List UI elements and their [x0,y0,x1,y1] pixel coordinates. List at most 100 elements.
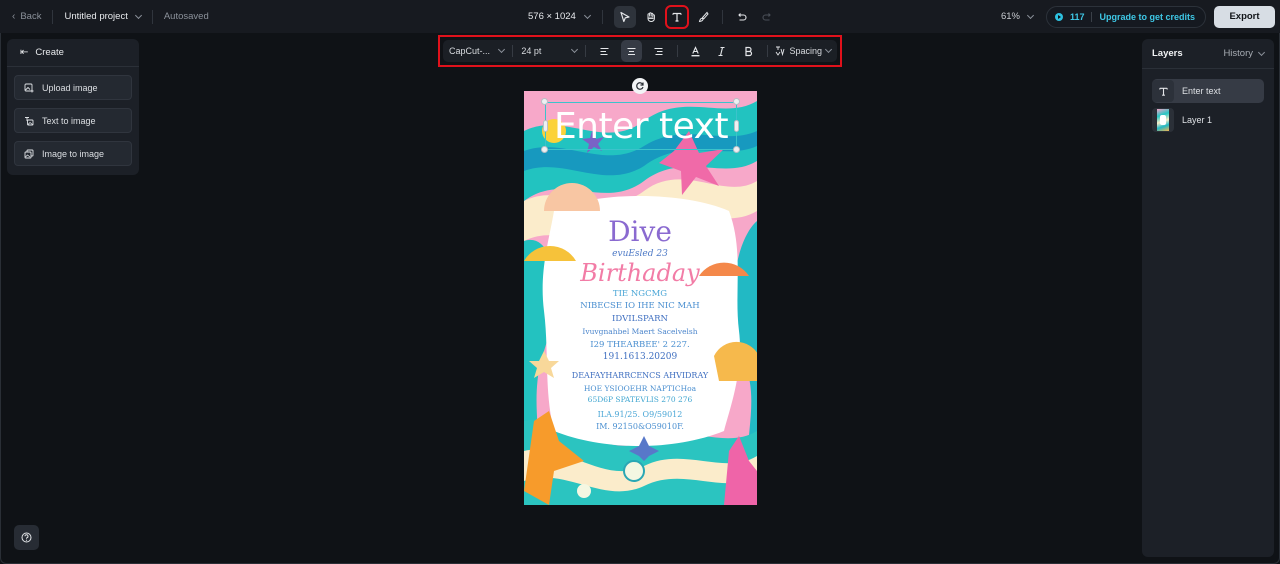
font-family-dropdown[interactable]: CapCut-... [449,45,506,56]
invite-title-2: Birthaday [579,259,700,287]
resize-handle-bl[interactable] [541,146,548,153]
align-center-icon [627,47,636,55]
font-size-dropdown[interactable]: 24 pt [521,45,578,56]
resize-handle-right[interactable] [734,120,739,132]
bold-icon [745,46,753,56]
chevron-left-icon: ‹ [12,11,16,22]
bold-button[interactable] [738,40,760,62]
undo-icon [738,12,747,21]
divider [52,9,54,24]
invite-line: ILA.91/25. O9/59012 [598,410,683,419]
hand-icon [647,11,655,22]
image-to-image-button[interactable]: Image to image [14,141,132,166]
help-button[interactable] [14,525,39,550]
align-right-icon [654,47,663,55]
credits-upgrade-button[interactable]: 117 Upgrade to get credits [1045,5,1206,28]
spacing-icon [776,46,785,56]
invite-line: TIE NGCMG [613,289,667,299]
autosave-status: Autosaved [163,11,209,22]
redo-button[interactable] [756,6,778,28]
upgrade-label: Upgrade to get credits [1099,11,1195,22]
resize-handle-left[interactable] [543,120,548,132]
font-size-value: 24 pt [521,46,542,56]
text-tool-button[interactable] [664,4,689,29]
back-button[interactable]: ‹ Back [12,11,41,22]
text-toolbar: CapCut-... 24 pt Spacing [438,35,842,67]
create-title: Create [35,47,64,58]
invite-line: Ivuvgnahbel Maert Sacelvelsh [582,327,697,336]
align-center-button[interactable] [620,40,643,62]
resize-handle-tr[interactable] [733,98,740,105]
invite-line: IM. 92150&O59010F. [596,422,684,431]
text-to-image-icon [25,116,34,125]
align-left-button[interactable] [594,40,616,62]
history-label: History [1223,48,1253,59]
help-icon [21,532,32,543]
image-layer-thumbnail [1152,108,1174,132]
chevron-down-icon [1257,48,1266,56]
resize-handle-br[interactable] [733,146,740,153]
layers-title: Layers [1152,48,1183,59]
invite-line: DEAFAYHARRCENCS AHVIDRAY [572,371,709,380]
invite-line: NIBECSE IO IHE NIC MAH [580,301,699,311]
invite-title-1: Dive [608,215,672,248]
invite-line: I29 THEARBEE' 2 227. [590,340,689,350]
layers-panel: Layers History Enter text Layer 1 [1142,39,1274,557]
credits-icon [1054,12,1063,21]
text-layer-box[interactable]: Enter text [545,102,737,150]
layer-item-layer-1[interactable]: Layer 1 [1152,108,1264,132]
invite-line: IDVILSPARN [612,314,668,324]
upload-image-label: Upload image [42,82,98,93]
undo-button[interactable] [731,6,753,28]
canvas-size-dropdown[interactable]: 576 × 1024 [528,11,591,22]
canvas-size: 576 × 1024 [528,11,576,22]
create-panel: ⇤ Create Upload image Text to image Imag… [7,39,139,175]
history-dropdown[interactable]: History [1223,48,1266,59]
divider [767,45,769,57]
chevron-down-icon [498,45,506,54]
align-right-button[interactable] [647,40,669,62]
text-to-image-label: Text to image [42,115,96,126]
resize-handle-tl[interactable] [541,98,548,105]
hand-tool-button[interactable] [640,6,662,28]
chevron-down-icon [824,45,833,54]
collapse-left-icon: ⇤ [20,47,29,58]
redo-icon [762,12,771,21]
chevron-down-icon [1026,11,1034,19]
layer-item-enter-text[interactable]: Enter text [1152,79,1264,103]
zoom-level-dropdown[interactable]: 61% [1001,11,1034,22]
invite-sub-1: evuEsled 23 [612,249,668,259]
italic-button[interactable] [711,40,733,62]
spacing-label: Spacing [789,46,822,56]
brush-tool-button[interactable] [692,6,714,28]
text-color-button[interactable] [684,40,706,62]
create-panel-header[interactable]: ⇤ Create [7,39,139,67]
design-canvas[interactable]: Dive evuEsled 23 Birthaday TIE NGCMG NIBE… [524,91,757,505]
text-layer-icon [1152,80,1174,102]
layer-label: Layer 1 [1182,115,1213,125]
brush-icon [698,11,709,22]
pointer-icon [620,11,630,22]
chevron-down-icon [583,11,591,19]
align-left-icon [600,47,609,55]
rotate-icon [636,82,644,90]
divider [721,9,723,24]
divider [1091,11,1093,22]
spacing-dropdown[interactable]: Spacing [775,45,833,56]
image-to-image-label: Image to image [42,148,105,159]
upload-image-icon [24,83,34,92]
credits-count: 117 [1069,11,1085,22]
font-family-value: CapCut-... [449,46,491,56]
upload-image-button[interactable]: Upload image [14,75,132,100]
layer-label: Enter text [1182,86,1221,96]
project-title-dropdown[interactable]: Untitled project [64,11,142,22]
divider [512,45,514,57]
select-tool-button[interactable] [613,5,636,28]
chevron-down-icon [570,45,578,54]
rotate-handle[interactable] [632,78,648,94]
invite-line: 65D6P SPATEVLIS 270 276 [588,395,693,404]
invite-line: HOE YSIOOEHR NAPTICHoa [584,384,697,393]
text-to-image-button[interactable]: Text to image [14,108,132,133]
export-button[interactable]: Export [1214,5,1275,28]
text-color-icon [691,45,700,56]
